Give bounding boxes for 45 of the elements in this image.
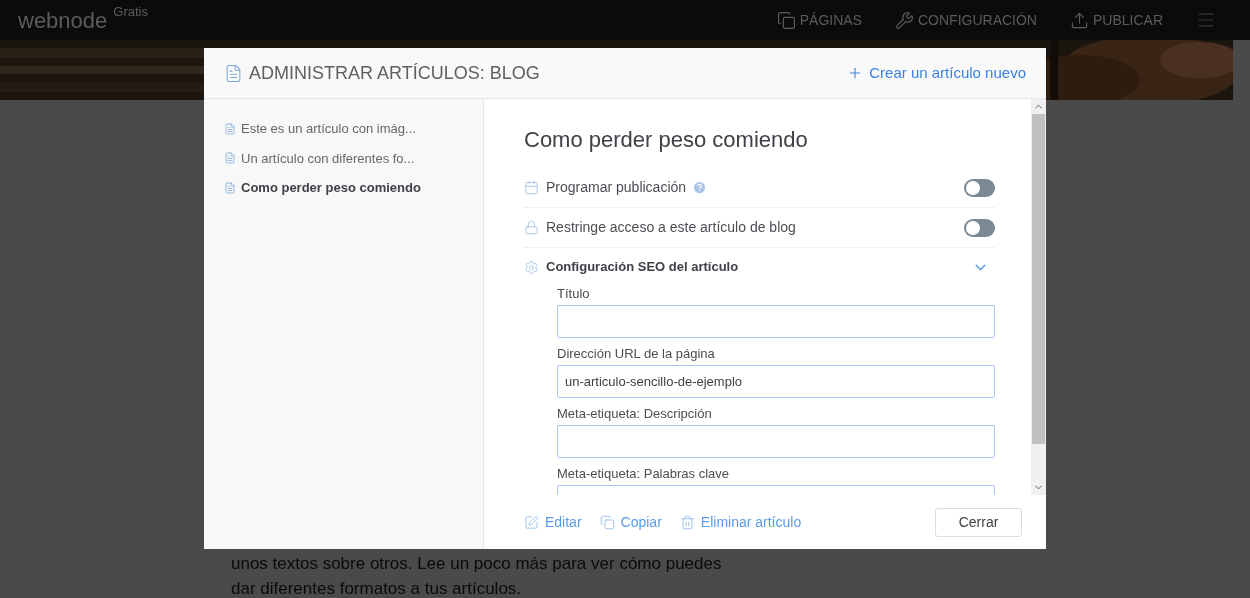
nav-button[interactable]: CONFIGURACIÓN <box>894 9 1037 31</box>
field-label: Dirección URL de la página <box>557 346 716 361</box>
calendar-icon <box>524 180 539 195</box>
article-text: dar diferentes formatos a tus artículos. <box>231 578 523 598</box>
action-link[interactable]: Copiar <box>599 511 662 533</box>
document-icon <box>224 63 243 83</box>
text-field[interactable] <box>557 305 995 338</box>
lock-icon <box>524 220 539 235</box>
document-icon <box>224 152 236 165</box>
text-field[interactable] <box>557 425 995 458</box>
nav-button[interactable]: PUBLICAR <box>1069 9 1163 31</box>
dialog-title: ADMINISTRAR ARTÍCULOS: BLOG <box>249 61 540 85</box>
scrollbar[interactable] <box>1031 99 1046 495</box>
action-link[interactable]: Editar <box>524 511 582 533</box>
article-text: unos textos sobre otros. Lee un poco más para ver cómo puedes <box>231 553 723 575</box>
plan-label: Gratis <box>113 3 148 21</box>
field-label: Meta-etiqueta: Palabras clave <box>557 466 730 481</box>
create-article-link[interactable]: Crear un artículo nuevo <box>847 61 1026 85</box>
logo[interactable]: webnode <box>18 3 108 37</box>
option-label: Programar publicación <box>546 178 687 197</box>
text-field[interactable]: un-articulo-sencillo-de-ejemplo <box>557 365 995 398</box>
section-title: Configuración SEO del artículo <box>546 258 739 277</box>
pencil-icon <box>524 514 539 530</box>
action-link[interactable]: Eliminar artículo <box>679 511 802 533</box>
help-icon[interactable] <box>692 180 708 195</box>
close-button[interactable]: Cerrar <box>935 507 1022 537</box>
wrench-icon <box>894 10 914 30</box>
document-icon <box>224 122 236 135</box>
article-list-item[interactable]: Este es un artículo con imág... <box>224 119 483 139</box>
gear-icon <box>524 259 539 275</box>
article-heading: Como perder peso comiendo <box>524 126 809 154</box>
article-list-item[interactable]: Como perder peso comiendo <box>224 178 483 198</box>
nav-button[interactable]: PÁGINAS <box>776 9 862 31</box>
document-icon <box>224 181 236 194</box>
toggle-switch[interactable] <box>964 178 995 197</box>
copy-icon <box>599 514 615 530</box>
option-label: Restringe acceso a este artículo de blog <box>546 218 796 237</box>
pages-icon <box>776 10 796 30</box>
field-label: Título <box>557 286 591 301</box>
toggle-switch[interactable] <box>964 218 995 237</box>
upload-icon <box>1069 10 1089 30</box>
field-label: Meta-etiqueta: Descripción <box>557 406 713 421</box>
menu-icon[interactable] <box>1196 10 1216 30</box>
article-list-item[interactable]: Un artículo con diferentes fo... <box>224 148 483 168</box>
trash-icon <box>679 514 695 530</box>
